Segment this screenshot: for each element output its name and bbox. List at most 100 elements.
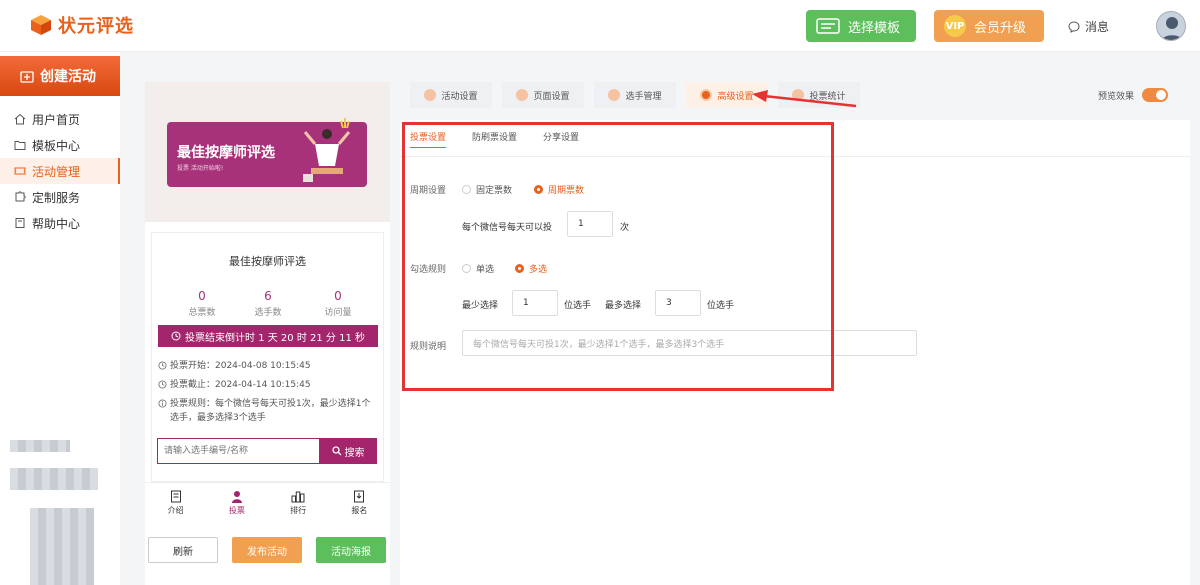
book-icon	[15, 218, 25, 228]
search-button[interactable]: 搜索	[319, 438, 377, 464]
radio-multi-select[interactable]: 多选	[515, 262, 547, 275]
tabbar-signup[interactable]: 报名	[329, 483, 390, 522]
advanced-settings-panel: 投票设置 防刷票设置 分享设置 周期设置 固定票数 周期票数 每个微信号每天可以…	[400, 120, 1190, 585]
min-select-input[interactable]: 1	[512, 290, 558, 316]
user-avatar[interactable]	[1156, 11, 1186, 41]
chat-bubble-icon	[1068, 20, 1080, 33]
vote-end-time: 投票截止：2024-04-14 10:15:45	[158, 378, 378, 392]
daily-vote-input[interactable]: 1	[567, 211, 613, 237]
page-icon	[516, 89, 529, 101]
create-activity-label: 创建活动	[40, 69, 96, 85]
radio-single-select[interactable]: 单选	[462, 262, 494, 275]
min-select-label: 最少选择	[462, 301, 499, 311]
download-icon	[354, 490, 365, 502]
vote-start-time: 投票开始：2024-04-08 10:15:45	[158, 359, 378, 373]
search-icon	[331, 446, 341, 456]
selection-rule-label: 勾选规则	[410, 265, 447, 275]
preview-effect-toggle[interactable]: 预览效果	[1098, 88, 1169, 102]
stat-value: 0	[198, 289, 206, 303]
activity-banner: 最佳按摩师评选 投票 活动开始啦!	[167, 118, 367, 187]
max-select-label: 最多选择	[605, 301, 642, 311]
ticket-icon	[14, 167, 26, 175]
banner-area: 最佳按摩师评选 投票 活动开始啦!	[145, 82, 390, 222]
stat-total-votes: 0 总票数	[172, 289, 232, 318]
refresh-button[interactable]: 刷新	[148, 537, 218, 563]
tab-label: 页面设置	[533, 91, 570, 102]
radio-fixed-votes[interactable]: 固定票数	[462, 183, 512, 196]
min-select-unit: 位选手	[564, 301, 592, 311]
tab-label: 高级设置	[717, 91, 754, 102]
puzzle-icon	[15, 191, 26, 202]
subtab-share-settings[interactable]: 分享设置	[543, 130, 579, 148]
logo[interactable]: 状元评选	[30, 12, 134, 38]
radio-period-votes[interactable]: 周期票数	[534, 183, 584, 196]
tabbar-ranking[interactable]: 排行	[268, 483, 329, 522]
tab-label: 活动设置	[441, 91, 478, 102]
max-select-input[interactable]: 3	[655, 290, 701, 316]
search-input[interactable]	[157, 438, 319, 464]
countdown-bar: 投票结束倒计时 1 天 20 时 21 分 11 秒	[158, 325, 378, 347]
blurred-qr-code	[10, 468, 98, 490]
divider	[400, 156, 1190, 157]
top-header: 状元评选 选择模板 VIP 会员升级 消息	[0, 0, 1200, 52]
blurred-qr-code	[10, 440, 70, 452]
period-setting-label: 周期设置	[410, 186, 447, 196]
messages-label: 消息	[1085, 20, 1110, 34]
sidebar: 创建活动 用户首页 模板中心 活动管理 定制服务 帮助中心	[0, 52, 120, 585]
tabbar-intro[interactable]: 介绍	[145, 483, 206, 522]
sidebar-item-label: 活动管理	[32, 164, 81, 179]
stat-visits: 0 访问量	[308, 289, 368, 318]
vip-upgrade-button[interactable]: VIP 会员升级	[934, 10, 1044, 42]
publish-activity-button[interactable]: 发布活动	[232, 537, 302, 563]
create-activity-button[interactable]: 创建活动	[0, 56, 120, 96]
subtab-anti-fraud-settings[interactable]: 防刷票设置	[472, 130, 517, 148]
detail-text: 投票开始：2024-04-08 10:15:45	[170, 361, 311, 371]
sidebar-item-custom-service[interactable]: 定制服务	[0, 184, 120, 210]
tabbar-label: 报名	[351, 505, 368, 515]
clock-icon	[158, 380, 167, 389]
person-icon	[231, 490, 242, 503]
preview-action-buttons: 刷新 发布活动 活动海报	[148, 537, 388, 563]
stat-value: 6	[264, 289, 272, 303]
tab-contestant-management[interactable]: 选手管理	[594, 82, 676, 108]
sidebar-item-templates[interactable]: 模板中心	[0, 132, 120, 158]
radio-dot	[462, 185, 471, 194]
sidebar-item-help[interactable]: 帮助中心	[0, 210, 120, 236]
subtab-vote-settings[interactable]: 投票设置	[410, 130, 447, 148]
detail-text: 投票规则：每个微信号每天可投1次，最少选择1个选手，最多选择3个选手	[170, 399, 371, 423]
stat-label: 选手数	[254, 308, 282, 318]
sidebar-item-activity-management[interactable]: 活动管理	[0, 158, 120, 184]
vip-upgrade-label: 会员升级	[974, 20, 1027, 36]
stat-value: 0	[334, 289, 342, 303]
person-avatar-icon	[1161, 17, 1183, 40]
banner-title: 最佳按摩师评选	[177, 145, 275, 161]
radio-label: 周期票数	[548, 186, 585, 196]
activity-poster-button[interactable]: 活动海报	[316, 537, 386, 563]
tab-page-settings[interactable]: 页面设置	[502, 82, 584, 108]
stat-contestants: 6 选手数	[238, 289, 298, 318]
select-template-label: 选择模板	[848, 20, 901, 36]
sidebar-item-label: 帮助中心	[32, 216, 81, 231]
tab-activity-settings[interactable]: 活动设置	[410, 82, 492, 108]
radio-dot	[534, 185, 543, 194]
tabbar-vote[interactable]: 投票	[206, 483, 267, 522]
search-button-label: 搜索	[344, 447, 365, 459]
sidebar-item-label: 模板中心	[32, 138, 81, 153]
rule-description-input[interactable]: 每个微信号每天可投1次，最少选择1个选手，最多选择3个选手	[462, 330, 917, 356]
messages-link[interactable]: 消息	[1068, 18, 1109, 35]
ranking-icon	[291, 491, 305, 502]
sidebar-item-label: 定制服务	[32, 190, 81, 205]
activity-title: 最佳按摩师评选	[229, 255, 306, 268]
sidebar-item-home[interactable]: 用户首页	[0, 106, 120, 132]
countdown-text: 投票结束倒计时 1 天 20 时 21 分 11 秒	[185, 332, 365, 344]
contestant-search: 搜索	[157, 438, 377, 464]
radio-label: 多选	[529, 265, 548, 275]
preview-tabbar: 介绍 投票 排行 报名	[145, 482, 390, 522]
stat-label: 总票数	[188, 308, 216, 318]
users-icon	[608, 89, 621, 101]
tabbar-label: 介绍	[167, 505, 184, 515]
select-template-button[interactable]: 选择模板	[806, 10, 916, 42]
sidebar-item-label: 用户首页	[32, 112, 81, 127]
daily-vote-text: 每个微信号每天可以投	[462, 223, 553, 233]
toggle-switch[interactable]	[1142, 88, 1169, 102]
